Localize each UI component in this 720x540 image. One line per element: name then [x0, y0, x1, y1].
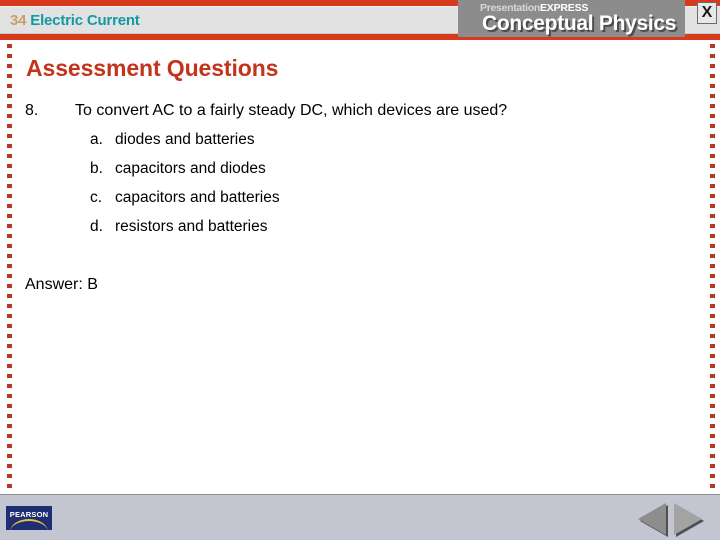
brand-logo: PresentationEXPRESS Conceptual Physics: [458, 0, 685, 37]
slide-header: 34 Electric Current PresentationEXPRESS …: [0, 0, 720, 40]
slide-navigation: [638, 503, 708, 535]
option-letter-c: c.: [90, 189, 103, 206]
option-text-b: capacitors and diodes: [115, 160, 266, 177]
option-letter-a: a.: [90, 131, 103, 148]
question-number: 8.: [25, 102, 39, 119]
option-row-b[interactable]: b. capacitors and diodes: [25, 158, 695, 187]
brand-product-title: Conceptual Physics: [482, 12, 677, 35]
option-row-a[interactable]: a. diodes and batteries: [25, 129, 695, 158]
page-title: Assessment Questions: [26, 55, 279, 81]
previous-slide-arrow-icon[interactable]: [638, 503, 666, 535]
pearson-swoosh-icon: [10, 519, 48, 530]
slide-footer: PEARSON: [0, 494, 720, 540]
question-block: 8. To convert AC to a fairly steady DC, …: [25, 100, 695, 245]
slide-canvas: 34 Electric Current PresentationEXPRESS …: [0, 0, 720, 540]
option-text-c: capacitors and batteries: [115, 189, 280, 206]
close-icon[interactable]: X: [697, 2, 717, 24]
chapter-number: 34: [10, 12, 27, 29]
option-letter-d: d.: [90, 218, 103, 235]
option-letter-b: b.: [90, 160, 103, 177]
option-row-c[interactable]: c. capacitors and batteries: [25, 187, 695, 216]
chapter-name: Electric Current: [30, 12, 140, 29]
right-dotted-rule: [710, 44, 715, 492]
question-row: 8. To convert AC to a fairly steady DC, …: [25, 100, 695, 129]
option-text-d: resistors and batteries: [115, 218, 268, 235]
option-row-d[interactable]: d. resistors and batteries: [25, 216, 695, 245]
question-text: To convert AC to a fairly steady DC, whi…: [75, 102, 508, 119]
chapter-heading: 34 Electric Current: [10, 11, 140, 30]
option-text-a: diodes and batteries: [115, 131, 255, 148]
pearson-logo[interactable]: PEARSON: [6, 506, 52, 530]
answer-text: Answer: B: [25, 276, 98, 293]
left-dotted-rule: [7, 44, 12, 492]
next-slide-arrow-icon[interactable]: [674, 503, 702, 535]
pearson-logo-text: PEARSON: [9, 510, 49, 519]
